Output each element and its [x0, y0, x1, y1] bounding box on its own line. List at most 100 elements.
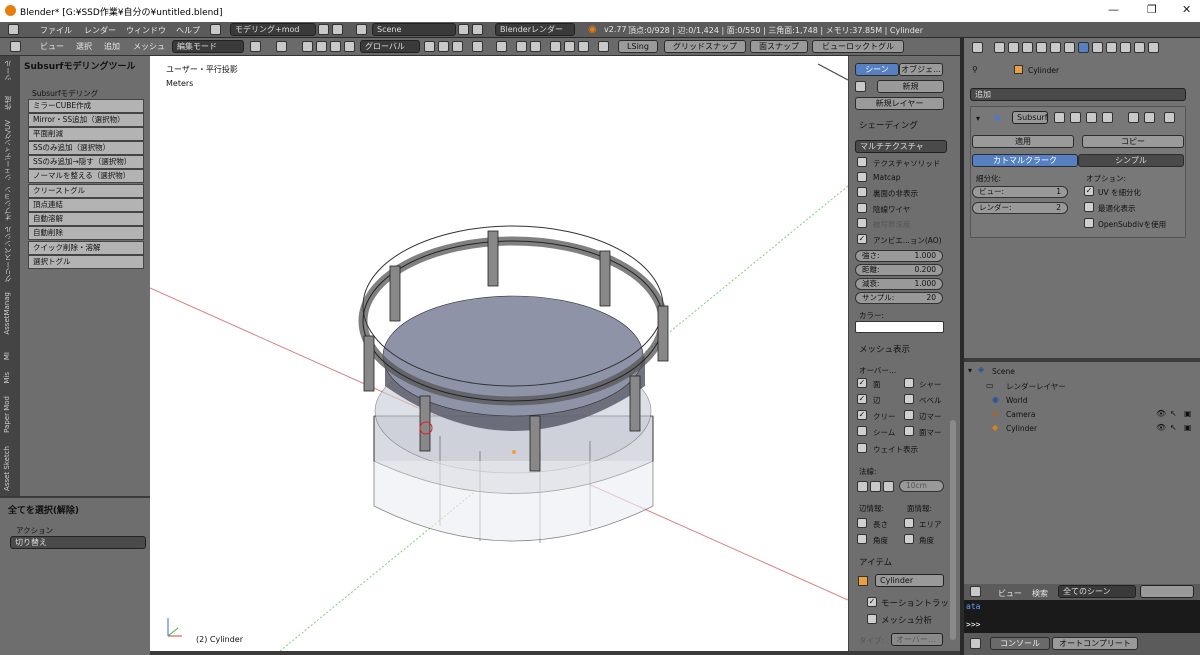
weight-checkbox[interactable]	[857, 443, 867, 453]
remove-modifier-icon[interactable]	[1164, 112, 1175, 123]
outliner-renderlayer[interactable]: レンダーレイヤー	[1006, 381, 1066, 392]
camera-select-icon[interactable]: ↖	[1170, 409, 1177, 418]
ao-distance-field[interactable]: 距離: 0.200	[855, 264, 943, 276]
face-angle-checkbox[interactable]	[904, 534, 914, 544]
mode-select[interactable]: 編集モード	[172, 40, 244, 53]
console-editor-icon[interactable]	[970, 638, 981, 649]
close-button[interactable]: ✕	[1182, 3, 1191, 16]
snap-icon[interactable]	[516, 41, 527, 52]
menu-file[interactable]: ファイル	[40, 25, 72, 36]
modifier-tab-icon[interactable]	[1078, 42, 1089, 53]
new-button[interactable]: 新規	[877, 80, 944, 93]
subsurf-panel-title[interactable]: Subsurfモデリングツール	[24, 59, 135, 72]
bevel-checkbox[interactable]	[904, 394, 914, 404]
grid-snap-button[interactable]: グリッドスナップ	[664, 40, 746, 53]
apply-button[interactable]: 適用	[972, 135, 1074, 148]
add-modifier-select[interactable]: 追加	[970, 88, 1186, 101]
shading-mode-select[interactable]: マルチテクスチャ	[855, 140, 947, 153]
render-preview-icon[interactable]	[578, 41, 589, 52]
menu-select[interactable]: 選択	[76, 41, 92, 52]
cylinder-select-icon[interactable]: ↖	[1170, 423, 1177, 432]
tab-object[interactable]: オブジェ...	[899, 63, 943, 76]
layout-icon[interactable]	[210, 24, 221, 35]
layers-tab-icon[interactable]	[1008, 42, 1019, 53]
orientation-select[interactable]: グローバル	[360, 40, 420, 53]
collapse-icon[interactable]: ▾	[976, 114, 980, 123]
lsing-button[interactable]: LSing	[618, 40, 658, 53]
manipulator-icon[interactable]	[302, 41, 313, 52]
color-swatch[interactable]	[855, 321, 944, 333]
outliner-filter-select[interactable]: 全てのシーン	[1058, 585, 1136, 598]
tab-mi[interactable]: MI	[3, 352, 17, 360]
edges-checkbox[interactable]: ✓	[857, 394, 867, 404]
operator-title[interactable]: 全てを選択(解除)	[8, 503, 79, 516]
vertex-select-icon[interactable]	[424, 41, 435, 52]
data-tab-icon[interactable]	[1092, 42, 1103, 53]
viewport-canvas[interactable]	[150, 56, 848, 651]
remove-scene-icon[interactable]	[472, 24, 483, 35]
ss-only-add-button[interactable]: SSのみ追加（選択物）	[28, 141, 144, 155]
face-normal-icon[interactable]	[883, 481, 894, 492]
seam-checkbox[interactable]	[857, 426, 867, 436]
minimize-button[interactable]: —	[1108, 3, 1119, 16]
crease-toggle-button[interactable]: クリーストグル	[28, 184, 144, 198]
properties-editor-icon[interactable]	[972, 42, 983, 53]
viewport-shading-icon[interactable]	[250, 41, 261, 52]
pin-icon[interactable]: ⚲	[972, 65, 978, 74]
action-select[interactable]: 切り替え	[10, 536, 146, 549]
mirror-ss-add-button[interactable]: Mirror・SS追加（選択物）	[28, 113, 144, 127]
tab-create[interactable]: 作成	[3, 96, 17, 110]
editmode-toggle-icon[interactable]	[1086, 112, 1097, 123]
cylinder-render-icon[interactable]: ▣	[1184, 423, 1192, 432]
edge-mark-checkbox[interactable]	[904, 410, 914, 420]
menu-view[interactable]: ビュー	[40, 41, 64, 52]
grease-pencil-icon[interactable]	[855, 81, 866, 92]
pivot-icon[interactable]	[276, 41, 287, 52]
layout-select[interactable]: モデリング+mod	[230, 23, 316, 36]
render-tab-icon[interactable]	[994, 42, 1005, 53]
editor-type-icon[interactable]	[8, 24, 19, 35]
lock-icon[interactable]	[598, 41, 609, 52]
menu-render[interactable]: レンダー	[84, 25, 116, 36]
material-tab-icon[interactable]	[1106, 42, 1117, 53]
snap-target-icon[interactable]	[530, 41, 541, 52]
move-down-icon[interactable]	[1144, 112, 1155, 123]
plane-reduce-button[interactable]: 平面削減	[28, 127, 144, 141]
face-select-icon[interactable]	[452, 41, 463, 52]
layer-icon-2[interactable]	[564, 41, 575, 52]
copy-button[interactable]: コピー	[1082, 135, 1184, 148]
tab-asset-manager[interactable]: AssetManag	[3, 292, 17, 335]
crease-checkbox[interactable]: ✓	[857, 410, 867, 420]
dof-checkbox[interactable]	[857, 218, 867, 228]
outliner-camera[interactable]: Camera	[1006, 410, 1035, 419]
scene-select[interactable]: Scene	[372, 23, 456, 36]
scale-icon[interactable]	[344, 41, 355, 52]
optimal-display-checkbox[interactable]	[1084, 202, 1094, 212]
mesh-analysis-checkbox[interactable]	[867, 614, 877, 624]
tab-asset-sketch[interactable]: Asset Sketch	[3, 446, 17, 491]
object-tab-icon[interactable]	[1050, 42, 1061, 53]
outliner-cylinder[interactable]: Cylinder	[1006, 424, 1037, 433]
viewport-toggle-icon[interactable]	[1070, 112, 1081, 123]
length-checkbox[interactable]	[857, 518, 867, 528]
vertex-connect-button[interactable]: 頂点連結	[28, 198, 144, 212]
loop-normal-icon[interactable]	[870, 481, 881, 492]
ao-checkbox[interactable]: ✓	[857, 234, 867, 244]
backface-checkbox[interactable]	[857, 187, 867, 197]
scene-tab-icon[interactable]	[1022, 42, 1033, 53]
mesh-display-header[interactable]: メッシュ表示	[859, 343, 910, 355]
face-snap-button[interactable]: 面スナップ	[750, 40, 808, 53]
menu-window[interactable]: ウィンドウ	[126, 25, 166, 36]
menu-mesh[interactable]: メッシュ	[133, 41, 165, 52]
maximize-button[interactable]: ❐	[1147, 3, 1157, 16]
render-toggle-icon[interactable]	[1054, 112, 1065, 123]
menu-add[interactable]: 追加	[104, 41, 120, 52]
auto-delete-button[interactable]: 自動削除	[28, 226, 144, 240]
catmull-clark-button[interactable]: カトマルクラーク	[972, 154, 1078, 167]
motion-tracking-checkbox[interactable]: ✓	[867, 597, 877, 607]
simple-button[interactable]: シンプル	[1078, 154, 1184, 167]
outliner-search-input[interactable]	[1140, 585, 1194, 598]
ao-attenuation-field[interactable]: 減衰: 1.000	[855, 278, 943, 290]
add-layout-icon[interactable]	[318, 24, 329, 35]
tab-scene[interactable]: シーン	[855, 63, 899, 76]
